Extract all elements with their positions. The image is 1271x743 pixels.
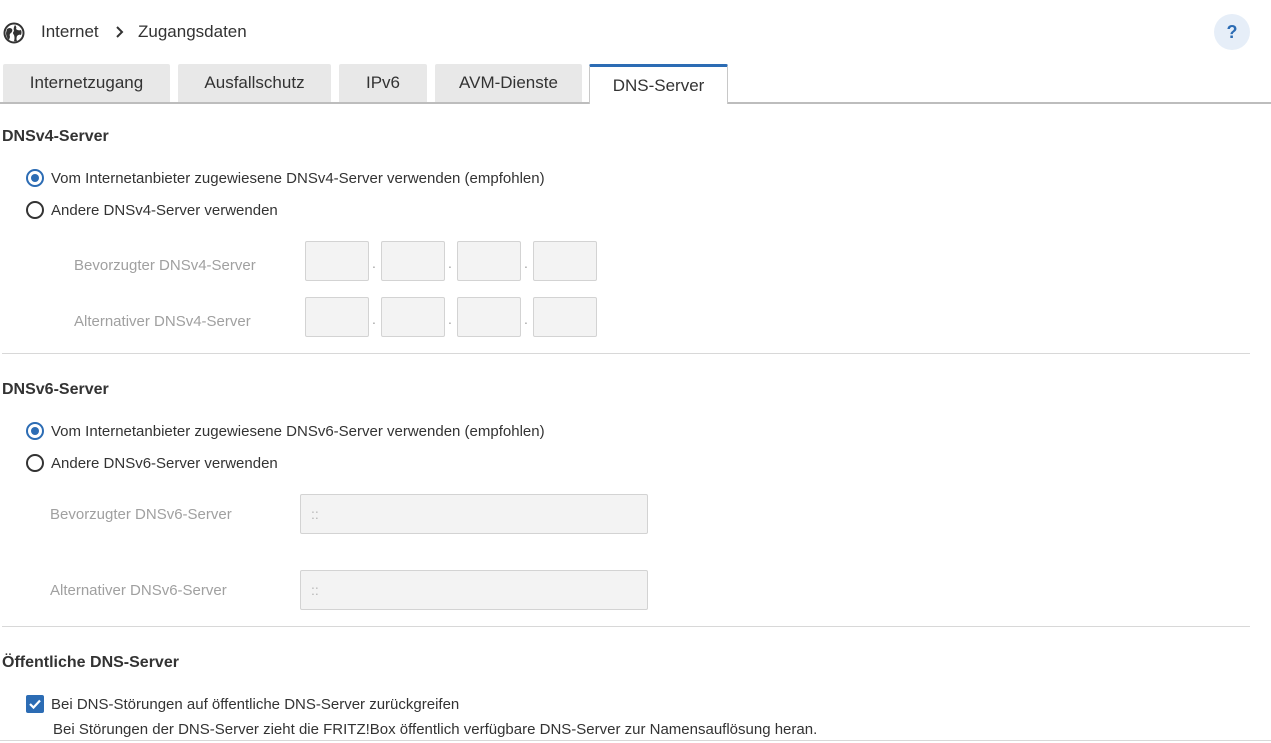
tab-dns-server[interactable]: DNS-Server <box>589 64 728 104</box>
octet-separator: . <box>448 255 452 271</box>
octet-separator: . <box>524 311 528 327</box>
page-header: Internet Zugangsdaten ? <box>0 0 1271 64</box>
dnsv4-other-radio[interactable] <box>26 201 44 219</box>
dnsv6-isp-radio[interactable] <box>26 422 44 440</box>
dnsv6-other-label: Andere DNSv6-Server verwenden <box>51 454 278 472</box>
dnsv4-preferred-octet-3[interactable] <box>457 241 521 281</box>
checkmark-icon <box>29 699 41 710</box>
dnsv4-preferred-label: Bevorzugter DNSv4-Server <box>74 257 256 274</box>
tab-ausfallschutz[interactable]: Ausfallschutz <box>178 64 331 102</box>
section-divider <box>2 626 1250 627</box>
octet-separator: . <box>372 255 376 271</box>
dnsv6-preferred-input[interactable]: :: <box>300 494 648 534</box>
octet-separator: . <box>372 311 376 327</box>
tab-bar: Internetzugang Ausfallschutz IPv6 AVM-Di… <box>0 64 1271 104</box>
tab-ipv6[interactable]: IPv6 <box>339 64 427 102</box>
dnsv4-alternative-label: Alternativer DNSv4-Server <box>74 313 251 330</box>
dnsv4-preferred-octet-2[interactable] <box>381 241 445 281</box>
dnsv6-other-radio[interactable] <box>26 454 44 472</box>
dnsv4-preferred-octet-1[interactable] <box>305 241 369 281</box>
dnsv6-alternative-label: Alternativer DNSv6-Server <box>50 582 227 599</box>
help-button[interactable]: ? <box>1214 14 1250 50</box>
octet-separator: . <box>448 311 452 327</box>
breadcrumb-zugangsdaten: Zugangsdaten <box>138 22 247 41</box>
dnsv4-alternative-octet-2[interactable] <box>381 297 445 337</box>
dnsv6-preferred-label: Bevorzugter DNSv6-Server <box>50 506 232 523</box>
dnsv4-alternative-octet-4[interactable] <box>533 297 597 337</box>
dnsv4-other-option[interactable]: Andere DNSv4-Server verwenden <box>26 200 278 220</box>
section-divider <box>2 353 1250 354</box>
dnsv6-isp-option[interactable]: Vom Internetanbieter zugewiesene DNSv6-S… <box>26 421 545 441</box>
public-dns-fallback-checkbox[interactable] <box>26 695 44 713</box>
public-dns-hint: Bei Störungen der DNS-Server zieht die F… <box>53 721 818 738</box>
public-dns-fallback-option[interactable]: Bei DNS-Störungen auf öffentliche DNS-Se… <box>26 694 459 714</box>
octet-separator: . <box>524 255 528 271</box>
dnsv4-isp-radio[interactable] <box>26 169 44 187</box>
dnsv4-isp-option[interactable]: Vom Internetanbieter zugewiesene DNSv4-S… <box>26 168 545 188</box>
dnsv6-section-title: DNSv6-Server <box>2 381 109 398</box>
dnsv6-other-option[interactable]: Andere DNSv6-Server verwenden <box>26 453 278 473</box>
globe-icon <box>3 22 25 44</box>
chevron-right-icon <box>116 26 124 38</box>
dnsv4-preferred-octet-4[interactable] <box>533 241 597 281</box>
dnsv4-alternative-octet-3[interactable] <box>457 297 521 337</box>
dnsv4-section-title: DNSv4-Server <box>2 128 109 145</box>
dnsv4-alternative-octet-1[interactable] <box>305 297 369 337</box>
public-dns-section-title: Öffentliche DNS-Server <box>2 654 179 671</box>
bottom-divider <box>0 740 1271 741</box>
dnsv4-other-label: Andere DNSv4-Server verwenden <box>51 201 278 219</box>
tab-avm-dienste[interactable]: AVM-Dienste <box>435 64 582 102</box>
dnsv4-isp-label: Vom Internetanbieter zugewiesene DNSv4-S… <box>51 169 545 187</box>
tab-internetzugang[interactable]: Internetzugang <box>3 64 170 102</box>
dnsv6-isp-label: Vom Internetanbieter zugewiesene DNSv6-S… <box>51 422 545 440</box>
dnsv6-alternative-input[interactable]: :: <box>300 570 648 610</box>
public-dns-fallback-label: Bei DNS-Störungen auf öffentliche DNS-Se… <box>51 695 460 713</box>
breadcrumb-internet[interactable]: Internet <box>41 22 99 42</box>
